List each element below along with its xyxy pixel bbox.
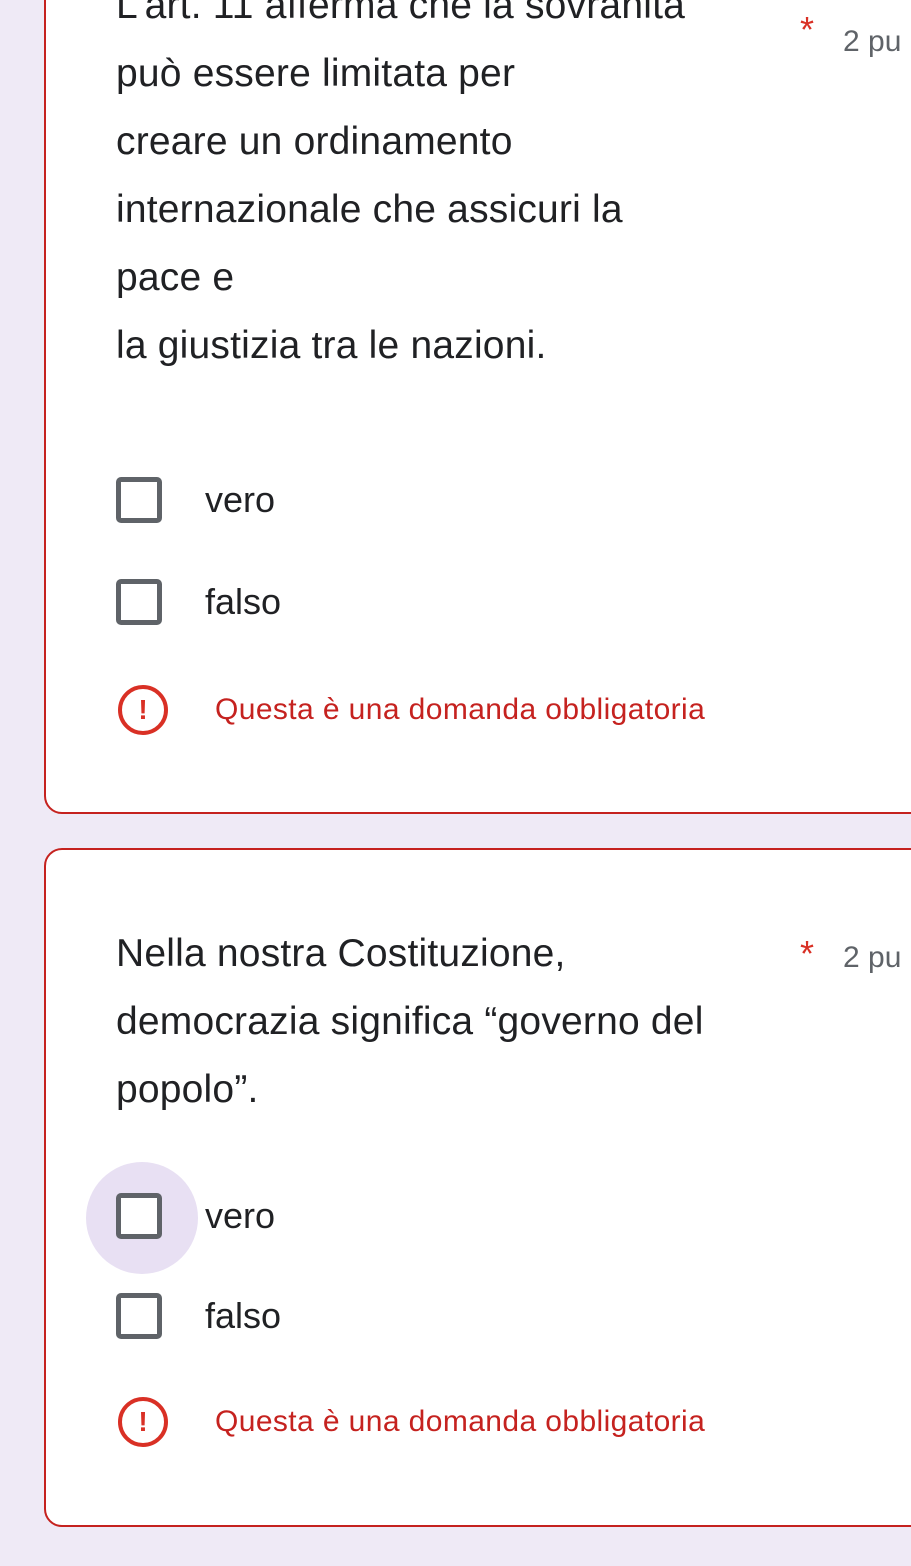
- option-falso[interactable]: falso: [106, 576, 506, 632]
- question-points: 2 pu: [843, 25, 902, 58]
- question-title-line: internazionale che assicuri la: [116, 188, 623, 231]
- question-title-line: pace e: [116, 256, 235, 299]
- option-vero[interactable]: vero: [106, 474, 506, 530]
- required-asterisk: *: [800, 9, 815, 50]
- question-title-line: democrazia significa “governo del: [116, 1000, 704, 1043]
- error-message: Questa è una domanda obbligatoria: [215, 1405, 706, 1438]
- question-card-1: L’art. 11 afferma che la sovranità può e…: [44, 0, 911, 814]
- question-points: 2 pu: [843, 941, 902, 974]
- checkbox-icon[interactable]: [116, 1193, 162, 1239]
- question-card-2: Nella nostra Costituzione, democrazia si…: [44, 848, 911, 1527]
- required-asterisk: *: [800, 933, 815, 974]
- required-error: ! Questa è una domanda obbligatoria: [118, 685, 878, 735]
- question-title-line: può essere limitata per: [116, 52, 516, 95]
- option-label: vero: [205, 479, 276, 520]
- error-message: Questa è una domanda obbligatoria: [215, 693, 706, 726]
- checkbox-icon[interactable]: [116, 477, 162, 523]
- option-label: falso: [205, 1295, 282, 1336]
- option-label: falso: [205, 581, 282, 622]
- question-title-line: L’art. 11 afferma che la sovranità: [116, 0, 686, 27]
- question-title-line: la giustizia tra le nazioni.: [116, 324, 547, 367]
- required-error: ! Questa è una domanda obbligatoria: [118, 1397, 878, 1447]
- question-title: L’art. 11 afferma che la sovranità può e…: [116, 0, 756, 380]
- question-title: Nella nostra Costituzione, democrazia si…: [116, 920, 756, 1124]
- question-title-line: creare un ordinamento: [116, 120, 513, 163]
- checkbox-icon[interactable]: [116, 1293, 162, 1339]
- option-falso[interactable]: falso: [106, 1290, 506, 1346]
- error-exclamation-icon: !: [118, 1397, 168, 1447]
- option-vero[interactable]: vero: [86, 1162, 506, 1274]
- error-exclamation-icon: !: [118, 685, 168, 735]
- question-title-line: Nella nostra Costituzione,: [116, 932, 566, 975]
- question-title-line: popolo”.: [116, 1068, 259, 1111]
- option-label: vero: [205, 1195, 276, 1236]
- checkbox-icon[interactable]: [116, 579, 162, 625]
